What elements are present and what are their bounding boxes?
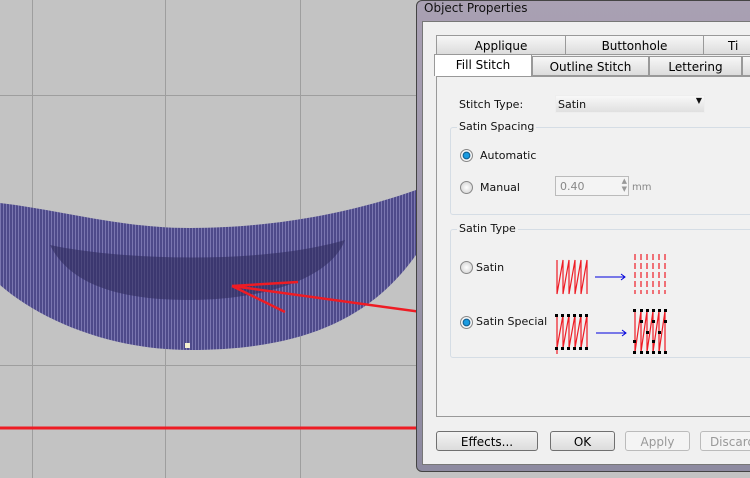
tab-ti[interactable]: Ti xyxy=(703,35,750,55)
satin-label: Satin xyxy=(476,261,505,274)
tab-fill-stitch[interactable]: Fill Stitch xyxy=(434,54,532,76)
dialog-client: Applique Buttonhole Ti Fill Stitch Outli… xyxy=(422,21,750,465)
stitch-type-label: Stitch Type: xyxy=(459,98,524,111)
tab-more[interactable] xyxy=(742,56,750,76)
satin-type-group: Satin Type Satin Satin Special xyxy=(450,222,750,358)
stitch-type-select[interactable]: Satin ▼ xyxy=(555,95,705,113)
automatic-label: Automatic xyxy=(480,149,537,162)
fill-stitch-panel: Stitch Type: Satin ▼ Satin Spacing Autom… xyxy=(436,76,750,417)
satin-type-label: Satin Type xyxy=(457,222,518,235)
unit-label: mm xyxy=(632,182,652,193)
stitch-type-value: Satin xyxy=(558,98,587,111)
tab-outline-stitch[interactable]: Outline Stitch xyxy=(532,56,649,76)
chevron-down-icon: ▼ xyxy=(695,96,702,105)
discard-button[interactable]: Discard xyxy=(700,431,750,451)
satin-spacing-label: Satin Spacing xyxy=(457,120,537,133)
satin-radio[interactable] xyxy=(460,261,473,274)
satin-spacing-group: Satin Spacing Automatic Manual 0.40 ▲ ▼ m… xyxy=(450,120,750,215)
ok-button[interactable]: OK xyxy=(550,431,615,451)
satin-type-diagrams xyxy=(555,254,667,354)
tab-applique[interactable]: Applique xyxy=(436,35,566,55)
manual-label: Manual xyxy=(480,181,520,194)
automatic-radio[interactable] xyxy=(460,149,473,162)
tab-lettering[interactable]: Lettering xyxy=(649,56,742,76)
manual-spacing-input[interactable]: 0.40 ▲ ▼ xyxy=(555,176,629,196)
satin-special-radio[interactable] xyxy=(460,316,473,329)
apply-button[interactable]: Apply xyxy=(625,431,690,451)
object-properties-dialog: Object Properties Applique Buttonhole Ti… xyxy=(416,0,750,472)
embroidery-design xyxy=(0,190,416,430)
satin-special-label: Satin Special xyxy=(476,315,548,328)
design-canvas[interactable] xyxy=(0,0,416,478)
effects-button[interactable]: Effects... xyxy=(436,431,538,451)
manual-spacing-value: 0.40 xyxy=(560,180,585,193)
dialog-title: Object Properties xyxy=(424,1,528,15)
manual-radio[interactable] xyxy=(460,181,473,194)
spinner-icon[interactable]: ▲ ▼ xyxy=(622,177,627,193)
tab-buttonhole[interactable]: Buttonhole xyxy=(565,35,704,55)
